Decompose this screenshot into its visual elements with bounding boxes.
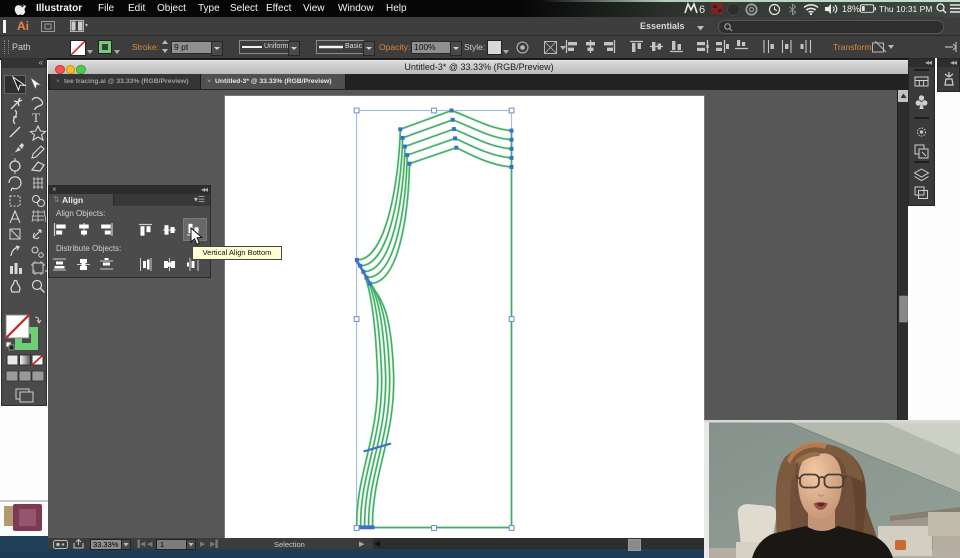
svg-text:6: 6 <box>699 4 705 15</box>
svg-text:T: T <box>32 110 40 125</box>
